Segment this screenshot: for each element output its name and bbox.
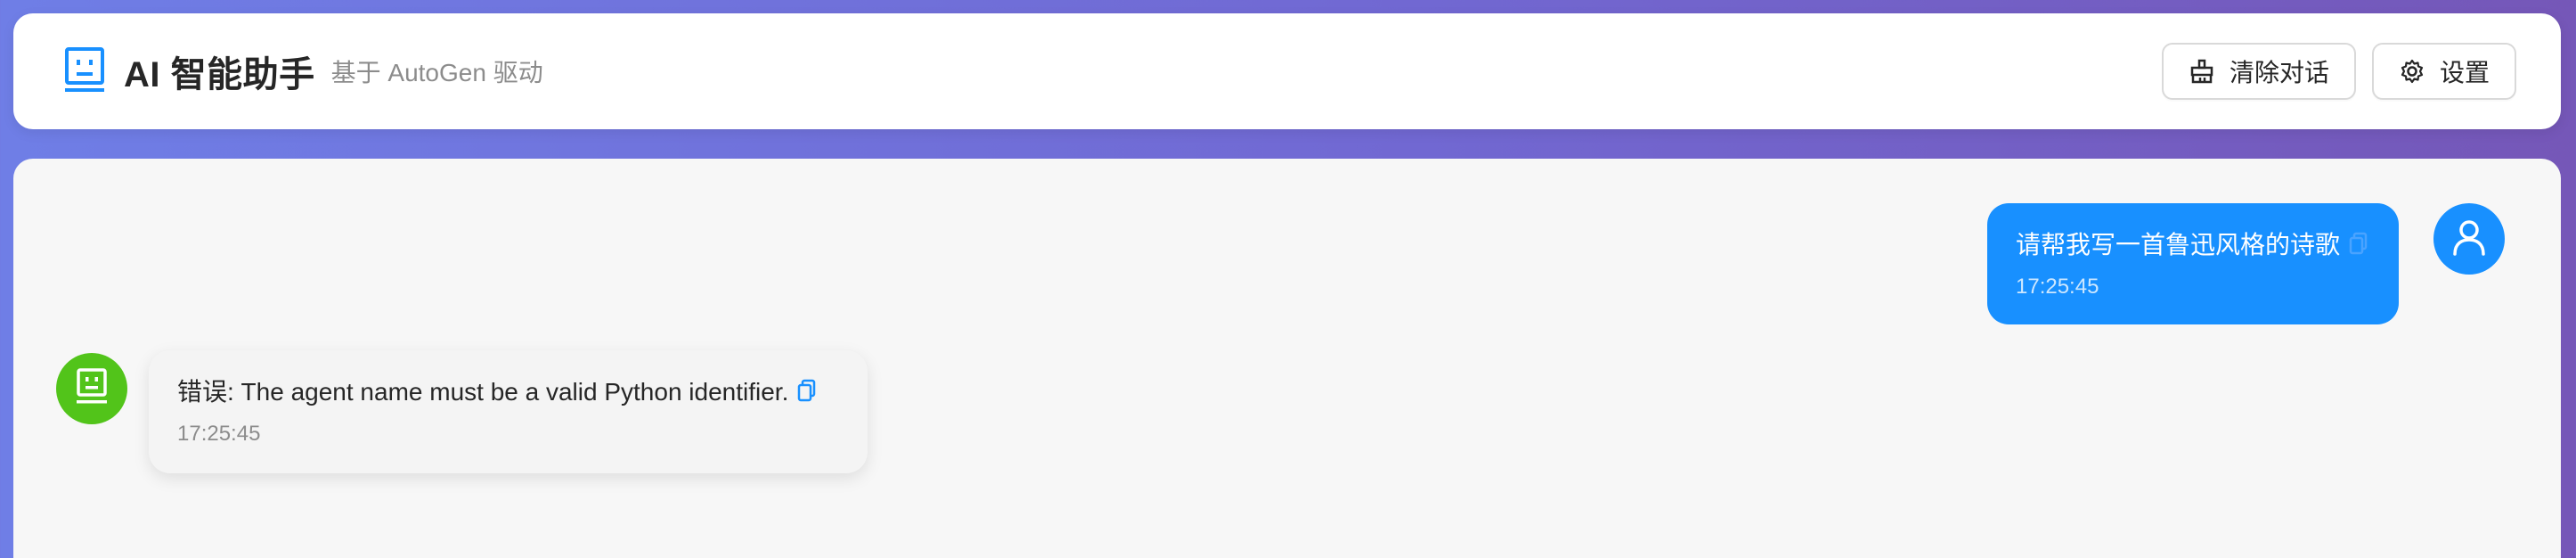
bot-message-text: 错误: The agent name must be a valid Pytho…: [177, 378, 789, 406]
brand: AI 智能助手 基于 AutoGen 驱动: [58, 45, 543, 98]
user-message-bubble: 请帮我写一首鲁迅风格的诗歌 17:25:45: [1987, 203, 2399, 324]
user-avatar: [2433, 203, 2505, 275]
bot-avatar: [56, 353, 127, 424]
settings-button[interactable]: 设置: [2371, 43, 2516, 100]
clear-chat-label: 清除对话: [2229, 59, 2329, 86]
app-header: AI 智能助手 基于 AutoGen 驱动 清除对话 设置: [13, 13, 2561, 129]
app-subtitle: 基于 AutoGen 驱动: [330, 59, 543, 86]
user-message-text: 请帮我写一首鲁迅风格的诗歌: [2016, 231, 2341, 258]
copy-icon[interactable]: [797, 379, 817, 402]
header-actions: 清除对话 设置: [2146, 43, 2516, 100]
robot-icon: [58, 45, 111, 98]
broom-icon: [2189, 58, 2215, 85]
copy-icon[interactable]: [2349, 232, 2368, 255]
user-message-row: 请帮我写一首鲁迅风格的诗歌: [2016, 226, 2368, 261]
gear-icon: [2399, 58, 2425, 85]
robot-icon: [76, 367, 108, 410]
chat-area[interactable]: 请帮我写一首鲁迅风格的诗歌 17:25:45 错误: The agent nam…: [13, 159, 2561, 558]
user-message-time: 17:25:45: [2016, 275, 2099, 299]
bot-message-row: 错误: The agent name must be a valid Pytho…: [177, 373, 817, 408]
clear-chat-button[interactable]: 清除对话: [2161, 43, 2356, 100]
bot-message-time: 17:25:45: [177, 422, 261, 446]
user-icon: [2451, 218, 2487, 260]
settings-label: 设置: [2439, 59, 2490, 86]
bot-message-bubble: 错误: The agent name must be a valid Pytho…: [149, 350, 868, 473]
app-title: AI 智能助手: [124, 55, 315, 94]
